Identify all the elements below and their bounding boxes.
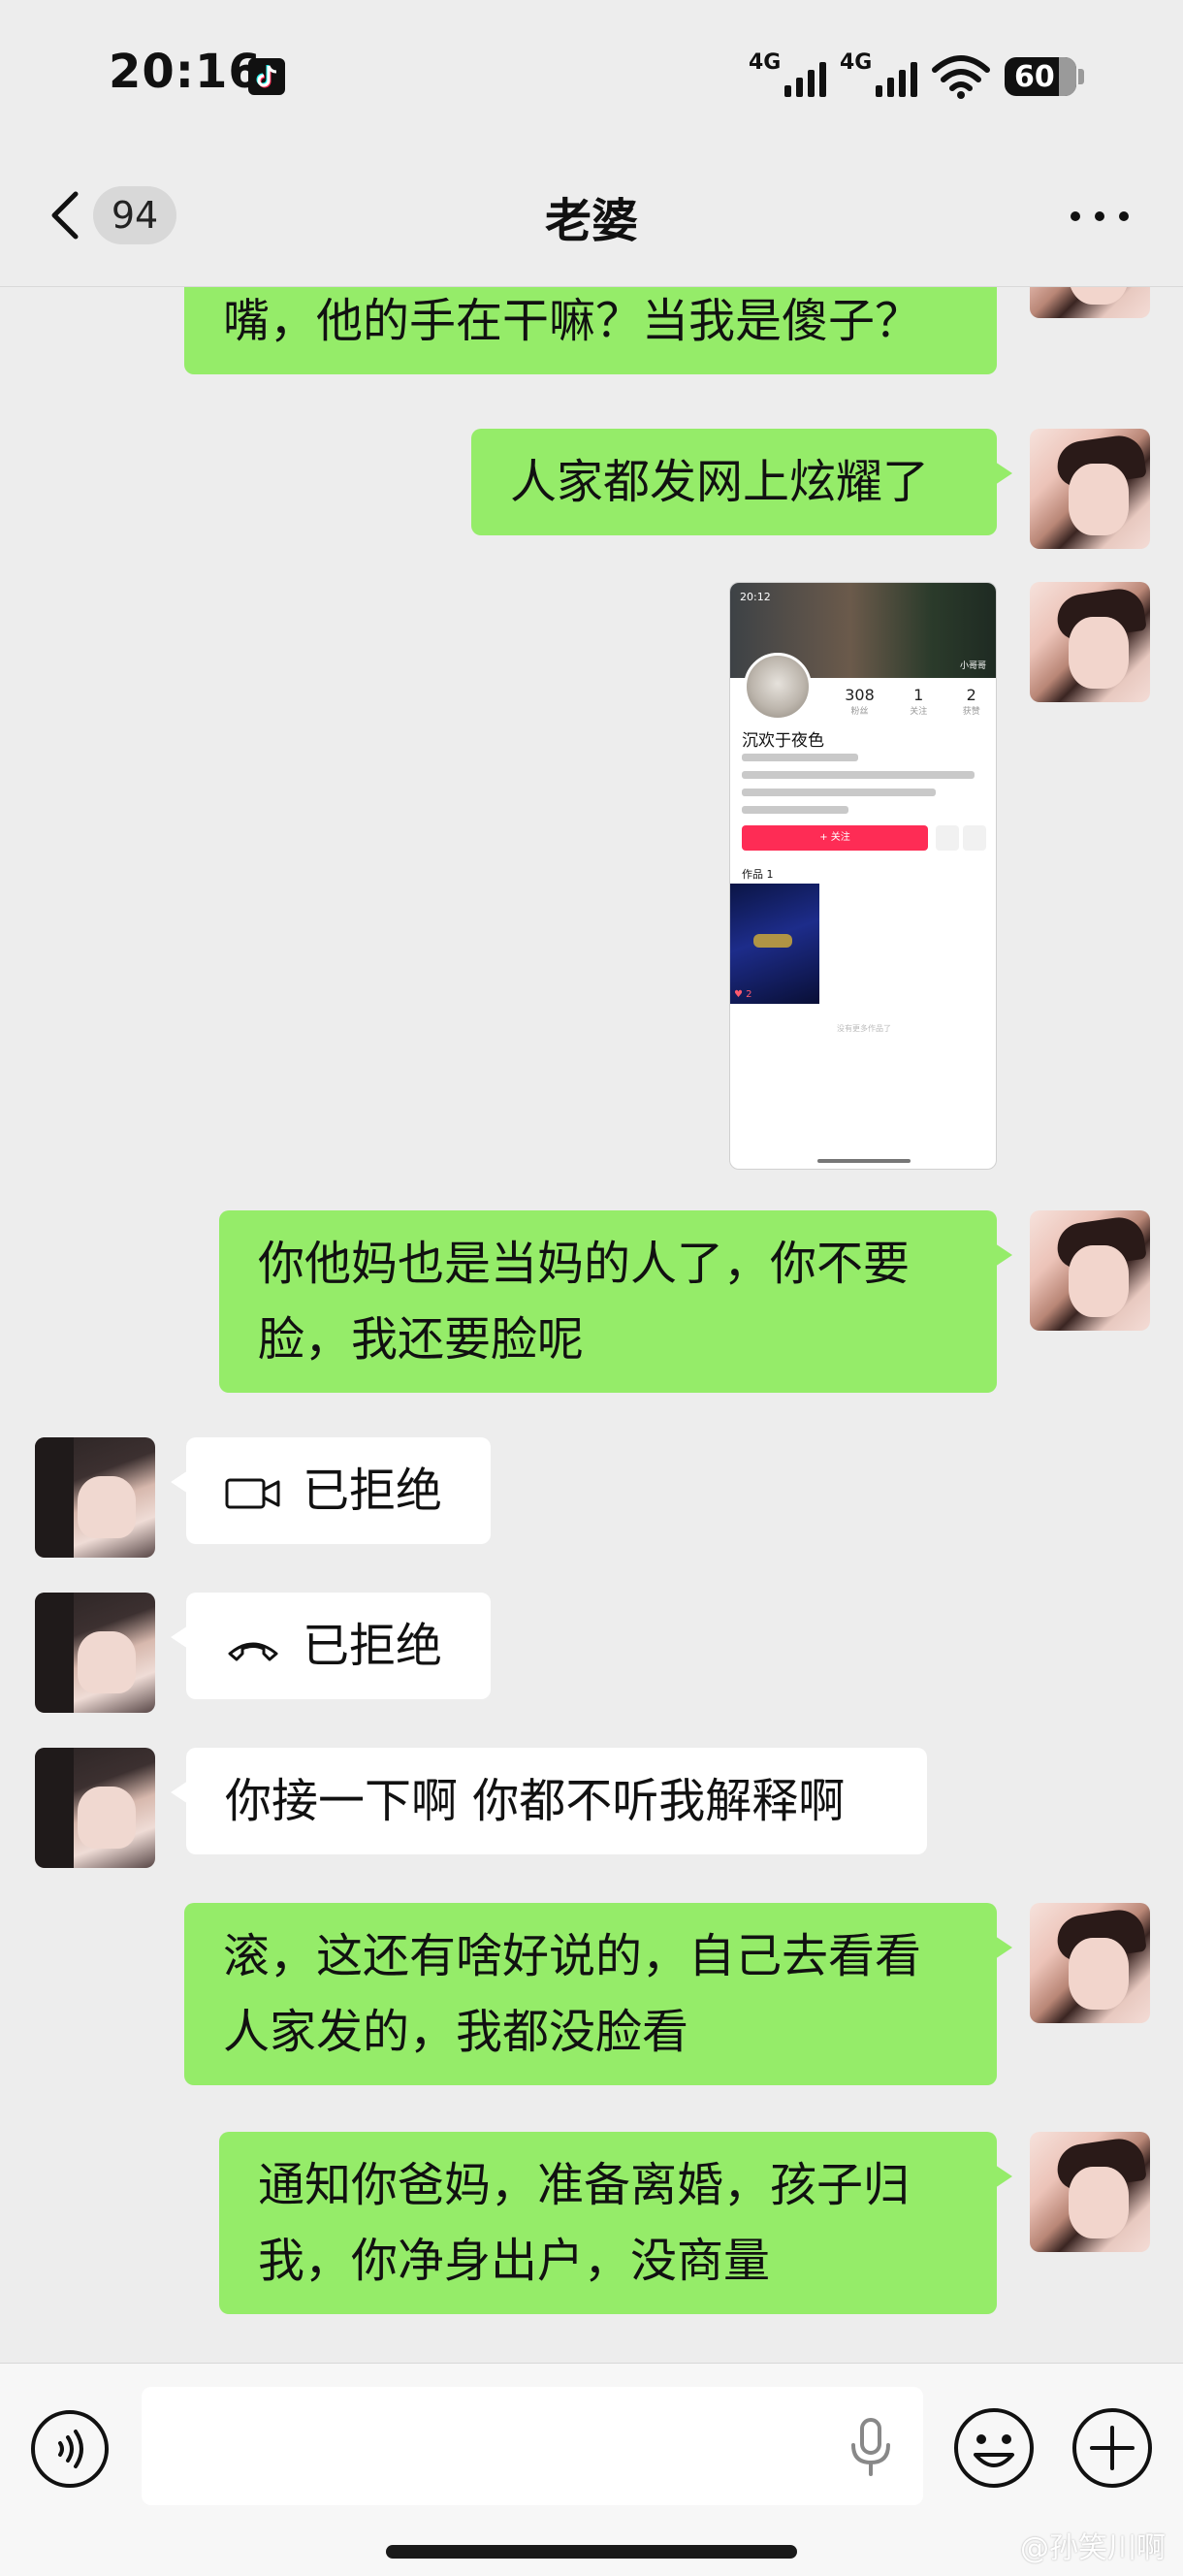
message-bubble[interactable]: 你他妈也是当妈的人了，你不要 脸，我还要脸呢 (219, 1210, 1012, 1393)
stat-item: 1 关注 (910, 686, 927, 717)
network-type-label: 4G (749, 50, 782, 75)
screenshot-home-indicator (817, 1159, 911, 1163)
signal-icon: 4G (840, 50, 917, 101)
message-text: 你接一下啊 你都不听我解释啊 (225, 1774, 846, 1828)
call-record-bubble[interactable]: 已拒绝 (171, 1437, 491, 1544)
stat-item: 2 获赞 (963, 686, 980, 717)
message-text-line: 脸，我还要脸呢 (258, 1312, 585, 1367)
stat-value: 1 (913, 686, 924, 704)
battery-icon: 60 (1005, 57, 1084, 96)
video-thumbnail: ♥ 2 (730, 884, 819, 1004)
blurred-text (742, 789, 936, 796)
stat-value: 2 (966, 686, 976, 704)
video-call-icon (225, 1478, 280, 1509)
end-tip: 没有更多作品了 (837, 1024, 891, 1033)
stat-value: 308 (845, 686, 875, 704)
stat-item: 308 粉丝 (845, 686, 875, 717)
profile-stats: 308 粉丝 1 关注 2 获赞 (827, 686, 996, 717)
follow-button: + 关注 (742, 825, 928, 851)
image-message[interactable]: 20:12 小哥哥 308 粉丝 1 关注 2 获赞 沉欢于夜色 + 关注 作品 1 … (729, 582, 997, 1170)
stat-label: 获赞 (962, 707, 980, 717)
network-type-label: 4G (840, 50, 873, 75)
message-text-line: 人家发的，我都没脸看 (223, 2005, 689, 2059)
call-record-bubble[interactable]: 已拒绝 (171, 1593, 491, 1699)
profile-avatar-image (744, 653, 812, 721)
chat-title: 老婆 (544, 194, 638, 248)
emoji-icon[interactable] (952, 2406, 1036, 2490)
avatar[interactable] (1030, 287, 1150, 318)
avatar[interactable] (35, 1748, 155, 1868)
blurred-text (742, 771, 975, 779)
avatar[interactable] (1030, 2132, 1150, 2252)
avatar[interactable] (35, 1437, 155, 1558)
share-icon (936, 825, 959, 851)
chevron-down-icon (963, 825, 986, 851)
message-list[interactable]: 嘴，他的手在干嘛？当我是傻子？ 人家都发网上炫耀了 20:12 小哥哥 308 粉… (0, 287, 1183, 2363)
message-text-line: 你他妈也是当妈的人了，你不要 (258, 1237, 911, 1291)
wifi-icon (932, 55, 990, 99)
home-indicator[interactable] (386, 2545, 797, 2559)
works-label: 作品 1 (742, 868, 774, 881)
screenshot-time: 20:12 (740, 591, 771, 603)
message-text-line: 滚，这还有啥好说的，自己去看看 (223, 1929, 922, 1983)
tiktok-icon (248, 58, 285, 95)
message-bubble[interactable]: 人家都发网上炫耀了 (471, 429, 1012, 535)
message-text-line: 我，你净身出户，没商量 (258, 2234, 771, 2288)
status-indicators: 4G 4G 60 (749, 50, 1084, 103)
stat-label: 关注 (910, 707, 928, 717)
profile-nickname: 沉欢于夜色 (742, 731, 824, 751)
avatar[interactable] (1030, 582, 1150, 702)
message-bubble[interactable]: 通知你爸妈，准备离婚，孩子归 我，你净身出户，没商量 (219, 2132, 1012, 2314)
input-bar (0, 2363, 1183, 2576)
stat-label: 粉丝 (850, 707, 869, 717)
blurred-text (742, 806, 848, 814)
status-bar: 20:16 4G 4G 60 (0, 0, 1183, 145)
message-bubble[interactable]: 滚，这还有啥好说的，自己去看看 人家发的，我都没脸看 (184, 1903, 1012, 2085)
screenshot-banner-label: 小哥哥 (959, 661, 986, 671)
call-status-text: 已拒绝 (303, 1619, 443, 1673)
like-count: ♥ 2 (734, 989, 752, 1000)
battery-level: 60 (1014, 59, 1055, 94)
avatar[interactable] (35, 1593, 155, 1713)
message-text-line: 通知你爸妈，准备离婚，孩子归 (258, 2158, 911, 2212)
call-status-text: 已拒绝 (303, 1464, 443, 1518)
message-text: 人家都发网上炫耀了 (510, 455, 930, 509)
avatar[interactable] (1030, 429, 1150, 549)
plus-icon[interactable] (1071, 2406, 1154, 2490)
status-time: 20:16 (109, 45, 262, 99)
message-input[interactable] (142, 2387, 923, 2505)
watermark: @孙笑川啊 (1020, 2531, 1166, 2565)
avatar[interactable] (1030, 1210, 1150, 1331)
chat-header: 94 老婆 (0, 145, 1183, 287)
signal-icon: 4G (749, 50, 826, 101)
blurred-text (742, 754, 858, 761)
voice-icon[interactable] (29, 2408, 111, 2490)
more-icon[interactable] (1071, 204, 1129, 229)
message-bubble[interactable]: 你接一下啊 你都不听我解释啊 (171, 1748, 927, 1854)
message-text: 嘴，他的手在干嘛？当我是傻子？ (223, 294, 922, 348)
mic-icon[interactable] (842, 2416, 900, 2478)
hangup-phone-icon (228, 1642, 278, 1661)
message-bubble[interactable]: 嘴，他的手在干嘛？当我是傻子？ (184, 287, 997, 374)
avatar[interactable] (1030, 1903, 1150, 2023)
